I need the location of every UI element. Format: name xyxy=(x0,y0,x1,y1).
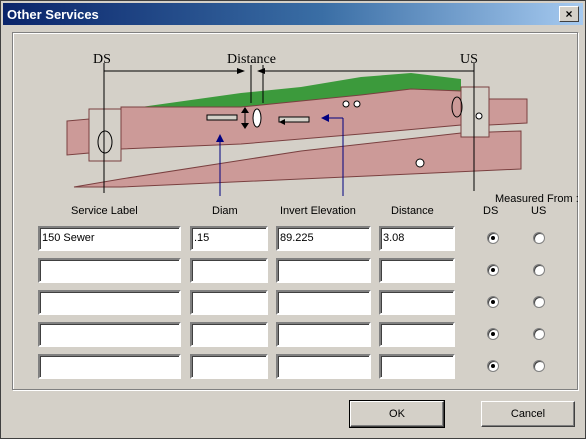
distance-field[interactable] xyxy=(379,354,455,379)
us-wall-gap xyxy=(460,86,490,138)
header-ds: DS xyxy=(483,205,499,217)
distance-arrow-right xyxy=(257,68,265,74)
ds-radio[interactable] xyxy=(487,232,499,244)
cross-section-diagram: DS Distance US xyxy=(66,52,528,196)
small-hole-2 xyxy=(353,100,361,108)
us-small-pipe-shape xyxy=(475,112,483,120)
invert-elevation-field[interactable] xyxy=(276,322,371,347)
header-measured-from: Measured From : xyxy=(495,193,579,205)
diam-field[interactable]: .15 xyxy=(190,226,268,251)
distance-label: Distance xyxy=(227,52,276,67)
distance-field[interactable] xyxy=(379,290,455,315)
ds-radio[interactable] xyxy=(487,360,499,372)
dialog-window: Other Services × DS Distance US Service … xyxy=(0,0,586,439)
small-hole-1 xyxy=(342,100,350,108)
header-diam: Diam xyxy=(212,205,238,217)
distance-arrow-left xyxy=(237,68,245,74)
service-label-field[interactable] xyxy=(38,322,181,347)
ds-radio[interactable] xyxy=(487,264,499,276)
us-radio[interactable] xyxy=(533,360,545,372)
distance-field[interactable]: 3.08 xyxy=(379,226,455,251)
right-block-shape xyxy=(488,98,528,126)
ds-radio[interactable] xyxy=(487,296,499,308)
left-block-shape xyxy=(66,118,90,156)
us-label: US xyxy=(460,52,478,67)
lower-hole xyxy=(415,158,425,168)
service-label-field[interactable] xyxy=(38,290,181,315)
service-label-field[interactable]: 150 Sewer xyxy=(38,226,181,251)
header-invert-elevation: Invert Elevation xyxy=(280,205,356,217)
diam-field[interactable] xyxy=(190,354,268,379)
distance-field[interactable] xyxy=(379,258,455,283)
cancel-button[interactable]: Cancel xyxy=(481,401,575,427)
us-radio[interactable] xyxy=(533,328,545,340)
diam-field[interactable] xyxy=(190,322,268,347)
left-service-pipe xyxy=(206,114,238,121)
ds-radio[interactable] xyxy=(487,328,499,340)
us-radio[interactable] xyxy=(533,232,545,244)
ds-label: DS xyxy=(93,52,111,67)
service-label-field[interactable] xyxy=(38,354,181,379)
ok-button[interactable]: OK xyxy=(349,400,445,428)
us-radio[interactable] xyxy=(533,264,545,276)
diam-field[interactable] xyxy=(190,258,268,283)
center-service-pipe xyxy=(252,108,262,128)
header-distance: Distance xyxy=(391,205,434,217)
invert-elevation-field[interactable] xyxy=(276,354,371,379)
invert-elevation-field[interactable] xyxy=(276,258,371,283)
invert-elevation-field[interactable]: 89.225 xyxy=(276,226,371,251)
us-radio[interactable] xyxy=(533,296,545,308)
header-us: US xyxy=(531,205,547,217)
invert-elevation-field[interactable] xyxy=(276,290,371,315)
header-service-label: Service Label xyxy=(71,205,138,217)
distance-field[interactable] xyxy=(379,322,455,347)
service-label-field[interactable] xyxy=(38,258,181,283)
diam-field[interactable] xyxy=(190,290,268,315)
